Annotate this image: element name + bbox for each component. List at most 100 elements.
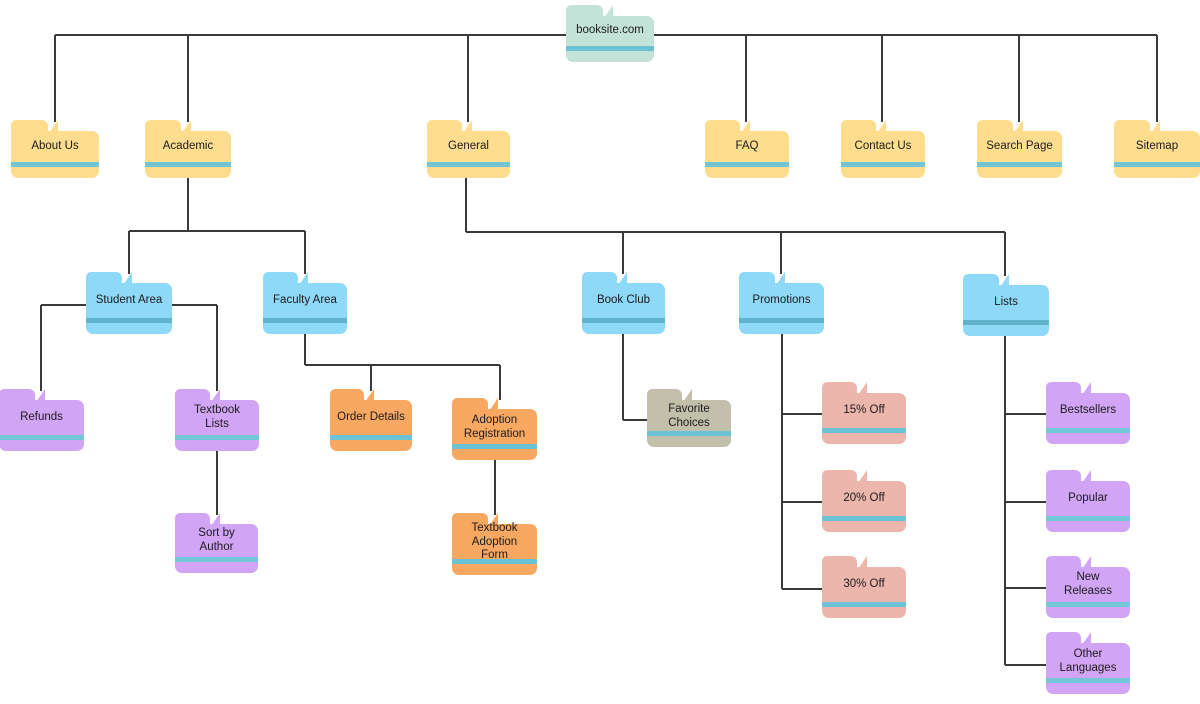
folder-stripe xyxy=(582,318,665,323)
folder-stripe xyxy=(452,444,537,449)
sitemap-node-faculty[interactable]: Faculty Area xyxy=(263,272,347,334)
folder-stripe xyxy=(739,318,824,323)
sitemap-node-faq[interactable]: FAQ xyxy=(705,120,789,178)
folder-label: Adoption Registration xyxy=(463,414,526,440)
folder-label: Faculty Area xyxy=(273,293,337,306)
folder-label: Favorite Choices xyxy=(668,403,710,429)
folder-label: Popular xyxy=(1068,491,1108,504)
folder-label: Textbook Lists xyxy=(193,404,241,430)
folder-stripe xyxy=(841,162,925,167)
folder-stripe xyxy=(647,431,731,436)
folder-label: Other Languages xyxy=(1059,648,1117,674)
folder-label: Contact Us xyxy=(854,139,912,152)
folder-stripe xyxy=(566,46,654,51)
sitemap-node-general[interactable]: General xyxy=(427,120,510,178)
sitemap-node-off20[interactable]: 20% Off xyxy=(822,470,906,532)
folder-icon: Student Area xyxy=(86,272,172,334)
folder-label: About Us xyxy=(31,139,79,152)
folder-label: 30% Off xyxy=(843,577,885,590)
sitemap-node-root[interactable]: booksite.com xyxy=(566,5,654,62)
folder-stripe xyxy=(822,516,906,521)
sitemap-node-bestsellers[interactable]: Bestsellers xyxy=(1046,382,1130,444)
folder-stripe xyxy=(86,318,172,323)
folder-icon: Popular xyxy=(1046,470,1130,532)
folder-stripe xyxy=(963,320,1049,325)
folder-label: 20% Off xyxy=(843,491,885,504)
sitemap-node-textbooklist[interactable]: Textbook Lists xyxy=(175,389,259,451)
folder-label: New Releases xyxy=(1064,571,1112,597)
sitemap-node-about[interactable]: About Us xyxy=(11,120,99,178)
folder-label: Bestsellers xyxy=(1059,403,1117,416)
folder-label: Refunds xyxy=(20,410,63,423)
folder-icon: 20% Off xyxy=(822,470,906,532)
sitemap-node-promotions[interactable]: Promotions xyxy=(739,272,824,334)
folder-icon: 15% Off xyxy=(822,382,906,444)
folder-stripe xyxy=(0,435,84,440)
folder-icon: Refunds xyxy=(0,389,84,451)
folder-label: Sitemap xyxy=(1135,139,1179,152)
sitemap-node-popular[interactable]: Popular xyxy=(1046,470,1130,532)
folder-icon: Textbook Lists xyxy=(175,389,259,451)
sitemap-node-sitemap[interactable]: Sitemap xyxy=(1114,120,1200,178)
sitemap-node-newreleases[interactable]: New Releases xyxy=(1046,556,1130,618)
folder-icon: Book Club xyxy=(582,272,665,334)
folder-label: Lists xyxy=(994,295,1018,308)
folder-stripe xyxy=(1046,678,1130,683)
sitemap-node-refunds[interactable]: Refunds xyxy=(0,389,84,451)
folder-icon: Favorite Choices xyxy=(647,389,731,447)
sitemap-node-favchoices[interactable]: Favorite Choices xyxy=(647,389,731,447)
folder-label: Order Details xyxy=(337,410,405,423)
sitemap-node-otherlang[interactable]: Other Languages xyxy=(1046,632,1130,694)
folder-stripe xyxy=(330,435,412,440)
sitemap-node-bookclub[interactable]: Book Club xyxy=(582,272,665,334)
folder-icon: Contact Us xyxy=(841,120,925,178)
sitemap-canvas: booksite.com About Us Academic General FAQ Co… xyxy=(0,0,1200,704)
sitemap-node-contact[interactable]: Contact Us xyxy=(841,120,925,178)
sitemap-node-adoptionreg[interactable]: Adoption Registration xyxy=(452,398,537,460)
sitemap-node-lists[interactable]: Lists xyxy=(963,274,1049,336)
folder-label: Search Page xyxy=(986,139,1053,152)
folder-stripe xyxy=(175,435,259,440)
folder-label: Academic xyxy=(162,139,214,152)
folder-icon: Sitemap xyxy=(1114,120,1200,178)
folder-icon: booksite.com xyxy=(566,5,654,62)
sitemap-node-orderdetails[interactable]: Order Details xyxy=(330,389,412,451)
folder-icon: Search Page xyxy=(977,120,1062,178)
folder-icon: Lists xyxy=(963,274,1049,336)
folder-icon: FAQ xyxy=(705,120,789,178)
folder-label: Textbook Adoption Form xyxy=(471,522,518,562)
folder-label: Book Club xyxy=(596,293,651,306)
folder-icon: Adoption Registration xyxy=(452,398,537,460)
sitemap-node-off15[interactable]: 15% Off xyxy=(822,382,906,444)
folder-label: 15% Off xyxy=(843,403,885,416)
folder-stripe xyxy=(977,162,1062,167)
folder-icon: 30% Off xyxy=(822,556,906,618)
folder-icon: Bestsellers xyxy=(1046,382,1130,444)
folder-stripe xyxy=(427,162,510,167)
folder-stripe xyxy=(1046,428,1130,433)
folder-stripe xyxy=(1046,602,1130,607)
folder-icon: About Us xyxy=(11,120,99,178)
sitemap-node-student[interactable]: Student Area xyxy=(86,272,172,334)
sitemap-node-searchpage[interactable]: Search Page xyxy=(977,120,1062,178)
sitemap-node-academic[interactable]: Academic xyxy=(145,120,231,178)
folder-stripe xyxy=(145,162,231,167)
folder-icon: Textbook Adoption Form xyxy=(452,513,537,575)
folder-icon: Promotions xyxy=(739,272,824,334)
folder-icon: General xyxy=(427,120,510,178)
folder-stripe xyxy=(1114,162,1200,167)
sitemap-node-adoptionform[interactable]: Textbook Adoption Form xyxy=(452,513,537,575)
folder-stripe xyxy=(1046,516,1130,521)
folder-icon: New Releases xyxy=(1046,556,1130,618)
folder-stripe xyxy=(175,557,258,562)
folder-stripe xyxy=(822,602,906,607)
folder-icon: Faculty Area xyxy=(263,272,347,334)
sitemap-node-sortauthor[interactable]: Sort by Author xyxy=(175,513,258,573)
folder-label: booksite.com xyxy=(576,24,644,37)
connector-lines xyxy=(40,34,1158,666)
folder-stripe xyxy=(705,162,789,167)
folder-label: Promotions xyxy=(752,293,811,306)
sitemap-node-off30[interactable]: 30% Off xyxy=(822,556,906,618)
folder-label: FAQ xyxy=(735,139,759,152)
folder-stripe xyxy=(11,162,99,167)
